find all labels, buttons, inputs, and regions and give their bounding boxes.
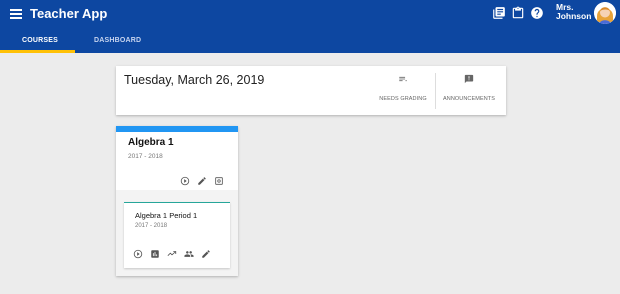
current-date: Tuesday, March 26, 2019 — [124, 73, 265, 87]
play-circle-icon[interactable] — [180, 176, 190, 186]
menu-icon[interactable] — [10, 9, 22, 21]
course-card[interactable]: Algebra 1 2017 - 2018 Algebra 1 Period 1… — [116, 126, 238, 276]
announcement-icon — [464, 74, 474, 84]
bar-chart-icon[interactable] — [150, 249, 160, 259]
active-tab-indicator — [0, 50, 75, 53]
course-title: Algebra 1 — [128, 137, 174, 148]
course-years: 2017 - 2018 — [128, 153, 163, 160]
app-bar: Teacher App Mrs. Johnson COURSES DASHBOA… — [0, 0, 620, 53]
section-accent-bar — [124, 202, 230, 203]
trending-icon[interactable] — [167, 249, 177, 259]
action-divider — [435, 73, 436, 109]
app-title: Teacher App — [30, 6, 108, 21]
top-icons — [492, 6, 544, 20]
edit-icon[interactable] — [197, 176, 207, 186]
people-icon[interactable] — [184, 249, 194, 259]
avatar[interactable] — [594, 2, 616, 24]
library-books-icon[interactable] — [492, 6, 506, 20]
edit-icon[interactable] — [201, 249, 211, 259]
needs-grading-button[interactable]: NEEDS GRADING — [370, 74, 436, 102]
section-actions — [133, 249, 211, 259]
section-card[interactable]: Algebra 1 Period 1 2017 - 2018 — [124, 202, 230, 268]
user-name[interactable]: Mrs. Johnson — [556, 3, 591, 21]
play-circle-icon[interactable] — [133, 249, 143, 259]
course-actions — [180, 176, 224, 186]
tab-dashboard[interactable]: DASHBOARD — [94, 37, 141, 44]
course-accent-bar — [116, 126, 238, 132]
needs-grading-label: NEEDS GRADING — [379, 96, 427, 102]
clipboard-icon[interactable] — [511, 6, 525, 20]
section-years: 2017 - 2018 — [135, 223, 168, 229]
date-card: Tuesday, March 26, 2019 NEEDS GRADING AN… — [116, 66, 506, 115]
announcements-label: ANNOUNCEMENTS — [442, 96, 496, 102]
help-icon[interactable] — [530, 6, 544, 20]
settings-box-icon[interactable] — [214, 176, 224, 186]
section-title: Algebra 1 Period 1 — [135, 211, 198, 220]
avatar-icon — [594, 2, 616, 24]
announcements-button[interactable]: ANNOUNCEMENTS — [436, 74, 502, 102]
tab-courses[interactable]: COURSES — [22, 37, 58, 44]
needs-grading-icon — [399, 76, 407, 82]
